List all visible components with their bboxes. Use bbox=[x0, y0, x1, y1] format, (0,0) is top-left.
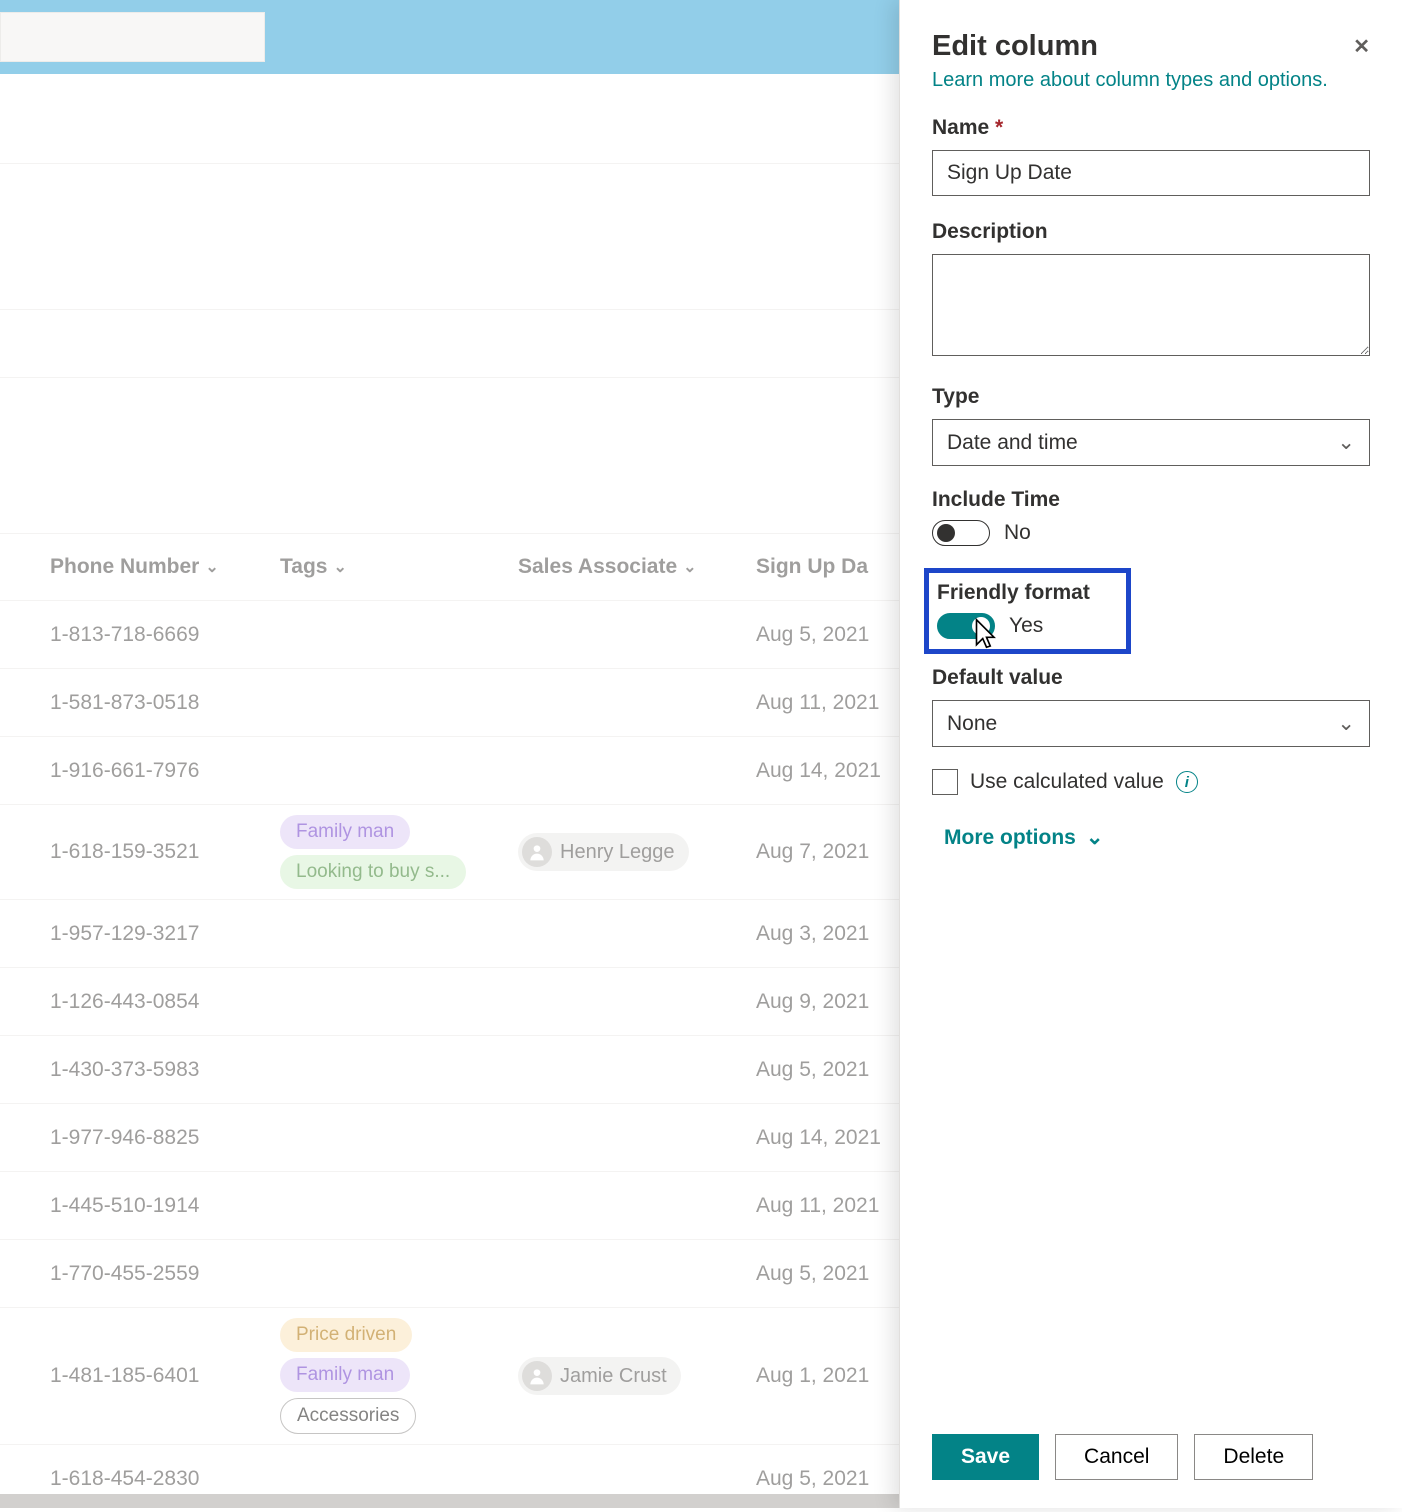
cell-phone: 1-618-159-3521 bbox=[50, 840, 280, 864]
calculated-value-checkbox[interactable] bbox=[932, 769, 958, 795]
more-options-toggle[interactable]: More options ⌄ bbox=[944, 825, 1103, 850]
cell-phone: 1-977-946-8825 bbox=[50, 1126, 280, 1150]
cell-tags: Family man Looking to buy s... bbox=[280, 805, 518, 899]
type-select[interactable]: Date and time ⌄ bbox=[932, 419, 1370, 466]
column-header-phone[interactable]: Phone Number ⌄ bbox=[50, 555, 280, 579]
person-pill[interactable]: Henry Legge bbox=[518, 833, 689, 871]
cell-tags bbox=[280, 924, 518, 944]
panel-footer: Save Cancel Delete bbox=[900, 1416, 1402, 1508]
cell-phone: 1-813-718-6669 bbox=[50, 623, 280, 647]
chevron-down-icon: ⌄ bbox=[1086, 825, 1104, 850]
column-header-sales[interactable]: Sales Associate ⌄ bbox=[518, 555, 756, 579]
chevron-down-icon: ⌄ bbox=[683, 557, 696, 577]
type-label: Type bbox=[932, 385, 1370, 409]
column-header-label: Tags bbox=[280, 555, 327, 579]
friendly-format-label: Friendly format bbox=[937, 581, 1090, 605]
default-value: None bbox=[947, 712, 997, 736]
column-header-label: Sign Up Da bbox=[756, 555, 868, 578]
avatar bbox=[522, 1361, 552, 1391]
default-value-select[interactable]: None ⌄ bbox=[932, 700, 1370, 747]
cancel-button[interactable]: Cancel bbox=[1055, 1434, 1178, 1480]
cell-tags bbox=[280, 992, 518, 1012]
column-header-tags[interactable]: Tags ⌄ bbox=[280, 555, 518, 579]
save-button[interactable]: Save bbox=[932, 1434, 1039, 1480]
cell-phone: 1-916-661-7976 bbox=[50, 759, 280, 783]
more-options-label: More options bbox=[944, 826, 1076, 850]
cell-tags bbox=[280, 1469, 518, 1489]
column-header-label: Sales Associate bbox=[518, 555, 677, 579]
required-asterisk: * bbox=[995, 116, 1003, 139]
cell-tags: Price driven Family man Accessories bbox=[280, 1308, 518, 1444]
cell-phone: 1-957-129-3217 bbox=[50, 922, 280, 946]
cell-tags bbox=[280, 1128, 518, 1148]
cell-phone: 1-581-873-0518 bbox=[50, 691, 280, 715]
scrollbar-track[interactable] bbox=[0, 1494, 899, 1508]
friendly-format-highlight: Friendly format Yes bbox=[924, 568, 1131, 654]
include-time-label: Include Time bbox=[932, 488, 1370, 512]
tag-pill[interactable]: Accessories bbox=[280, 1398, 416, 1434]
person-name: Jamie Crust bbox=[560, 1365, 667, 1388]
chevron-down-icon: ⌄ bbox=[1337, 711, 1355, 736]
cell-tags bbox=[280, 625, 518, 645]
cell-tags bbox=[280, 693, 518, 713]
cell-phone: 1-481-185-6401 bbox=[50, 1364, 280, 1388]
tag-pill[interactable]: Looking to buy s... bbox=[280, 855, 466, 889]
cell-phone: 1-770-455-2559 bbox=[50, 1262, 280, 1286]
friendly-format-value: Yes bbox=[1009, 614, 1043, 638]
description-label: Description bbox=[932, 220, 1370, 244]
cell-sales: Jamie Crust bbox=[518, 1357, 756, 1395]
cell-phone: 1-618-454-2830 bbox=[50, 1467, 280, 1491]
cell-sales: Henry Legge bbox=[518, 833, 756, 871]
cell-tags bbox=[280, 1264, 518, 1284]
include-time-toggle[interactable] bbox=[932, 520, 990, 546]
close-icon[interactable]: ✕ bbox=[1353, 34, 1370, 59]
cell-phone: 1-445-510-1914 bbox=[50, 1194, 280, 1218]
avatar bbox=[522, 837, 552, 867]
chevron-down-icon: ⌄ bbox=[205, 557, 218, 577]
panel-title: Edit column bbox=[932, 30, 1098, 63]
delete-button[interactable]: Delete bbox=[1194, 1434, 1313, 1480]
calculated-value-label: Use calculated value bbox=[970, 770, 1164, 794]
person-pill[interactable]: Jamie Crust bbox=[518, 1357, 681, 1395]
person-name: Henry Legge bbox=[560, 841, 675, 864]
cell-tags bbox=[280, 1060, 518, 1080]
chevron-down-icon: ⌄ bbox=[1337, 430, 1355, 455]
friendly-format-toggle[interactable] bbox=[937, 613, 995, 639]
name-field[interactable] bbox=[932, 150, 1370, 196]
default-value-label: Default value bbox=[932, 666, 1370, 690]
cell-phone: 1-126-443-0854 bbox=[50, 990, 280, 1014]
cell-tags bbox=[280, 1196, 518, 1216]
name-label: Name bbox=[932, 116, 989, 139]
tag-pill[interactable]: Family man bbox=[280, 815, 410, 849]
column-header-label: Phone Number bbox=[50, 555, 199, 579]
tag-pill[interactable]: Family man bbox=[280, 1358, 410, 1392]
cell-phone: 1-430-373-5983 bbox=[50, 1058, 280, 1082]
cell-tags bbox=[280, 761, 518, 781]
tag-pill[interactable]: Price driven bbox=[280, 1318, 412, 1352]
info-icon[interactable]: i bbox=[1176, 771, 1198, 793]
search-input[interactable] bbox=[0, 12, 265, 62]
include-time-value: No bbox=[1004, 521, 1031, 545]
description-field[interactable] bbox=[932, 254, 1370, 356]
chevron-down-icon: ⌄ bbox=[333, 557, 346, 577]
learn-more-link[interactable]: Learn more about column types and option… bbox=[932, 69, 1328, 92]
edit-column-panel: Edit column ✕ Learn more about column ty… bbox=[899, 0, 1402, 1508]
type-value: Date and time bbox=[947, 431, 1078, 455]
